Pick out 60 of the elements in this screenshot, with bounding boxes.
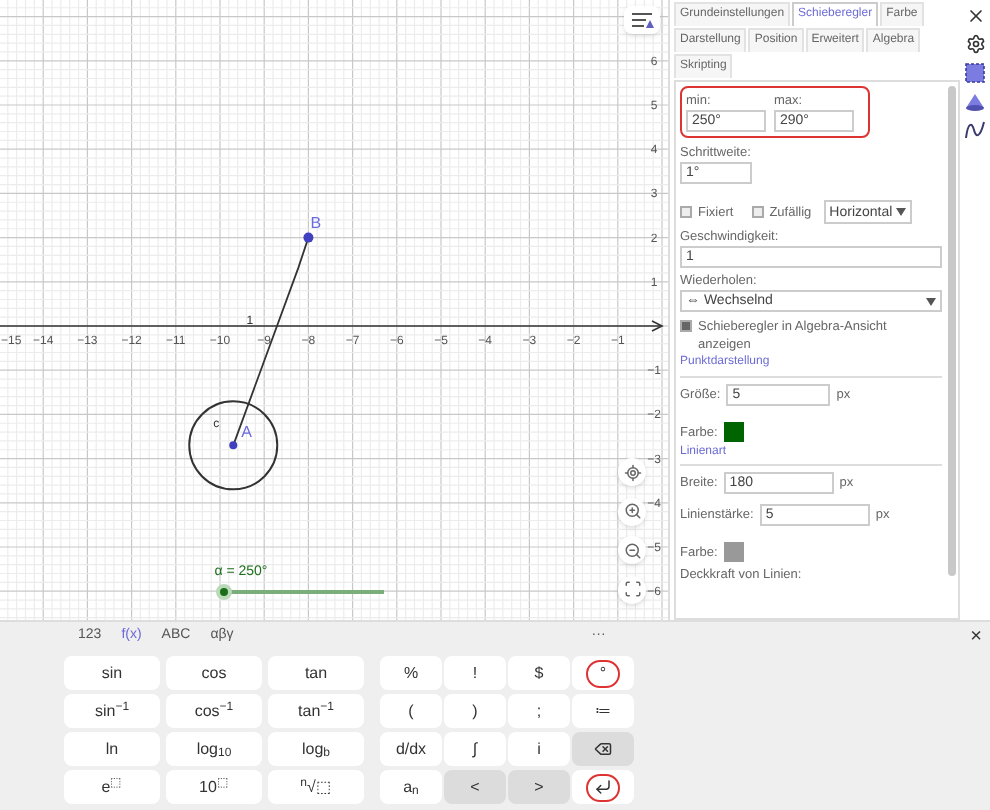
settings-icon[interactable] [965, 34, 985, 54]
point [229, 441, 238, 450]
close-button[interactable]: × [970, 622, 982, 652]
keyboard-key[interactable]: cos$^{−1}$ [166, 694, 262, 728]
scrollbar-thumb[interactable] [948, 86, 956, 576]
target-icon [623, 463, 641, 481]
keyboard-key[interactable]: ! [444, 656, 506, 690]
keyboard-key[interactable]: > [508, 770, 570, 804]
keyboard-key[interactable]: log$_{10}$ [166, 732, 262, 766]
keyboard-key[interactable]: < [444, 770, 506, 804]
color-swatch[interactable] [723, 542, 744, 562]
keyboard-key[interactable]: sin [64, 656, 160, 690]
keyboard-key[interactable]: ∫ [444, 732, 506, 766]
keyboard-key[interactable]: e$^{⬚}$ [64, 770, 160, 804]
keyboard-key[interactable]: % [380, 656, 442, 690]
keyboard-key[interactable] [572, 732, 634, 766]
close-icon[interactable] [965, 6, 985, 26]
keyboard-key[interactable] [572, 770, 634, 804]
fullscreen-icon [623, 580, 641, 598]
caret-icon [896, 208, 907, 216]
keyboard-key[interactable]: d/dx [380, 732, 442, 766]
backspace-icon [594, 740, 612, 758]
curve-icon[interactable] [964, 120, 986, 140]
zoom-out-icon [623, 541, 641, 559]
keyboard-key[interactable]: cos [166, 656, 262, 690]
zoom-in-icon [623, 502, 641, 520]
checkbox[interactable] [680, 320, 692, 332]
checkbox[interactable] [680, 206, 692, 218]
point-label: B [310, 213, 322, 232]
keyboard-key[interactable]: i [508, 732, 570, 766]
keyboard-key[interactable]: ln [64, 732, 160, 766]
style-bar-icon [630, 11, 654, 29]
style-bar-button[interactable] [624, 6, 660, 34]
keyboard-key[interactable]: ° [572, 656, 634, 690]
zoom-out-button[interactable] [618, 536, 646, 564]
selection-box-icon[interactable] [964, 62, 986, 84]
enter-icon [594, 778, 612, 796]
point-label: A [241, 423, 252, 442]
circle [188, 400, 279, 491]
caret-icon [926, 297, 936, 305]
keyboard-key[interactable]: 10$^{⬚}$ [166, 770, 262, 804]
keyboard-key[interactable]: ( [380, 694, 442, 728]
keyboard-key[interactable]: $ [508, 656, 570, 690]
keyboard-key[interactable]: log$_{b}$ [268, 732, 364, 766]
checkbox[interactable] [751, 206, 764, 218]
keyboard-key[interactable]: ≔ [572, 694, 634, 728]
point [303, 232, 314, 243]
keyboard-key[interactable]: sin$^{−1}$ [64, 694, 160, 728]
keyboard-key[interactable]: $^{n}$√⬚ [268, 770, 364, 804]
home-button[interactable] [618, 458, 646, 486]
keyboard-key[interactable]: ; [508, 694, 570, 728]
keyboard-key[interactable]: ) [444, 694, 506, 728]
keyboard-key[interactable]: tan [268, 656, 364, 690]
keyboard-key[interactable]: a$_{n}$ [380, 770, 442, 804]
slider-thumb[interactable] [216, 583, 233, 600]
color-swatch[interactable] [723, 422, 744, 442]
cone-icon[interactable] [964, 92, 986, 112]
keyboard-key[interactable]: tan$^{−1}$ [268, 694, 364, 728]
fullscreen-button[interactable] [618, 575, 646, 603]
zoom-in-button[interactable] [618, 497, 646, 525]
